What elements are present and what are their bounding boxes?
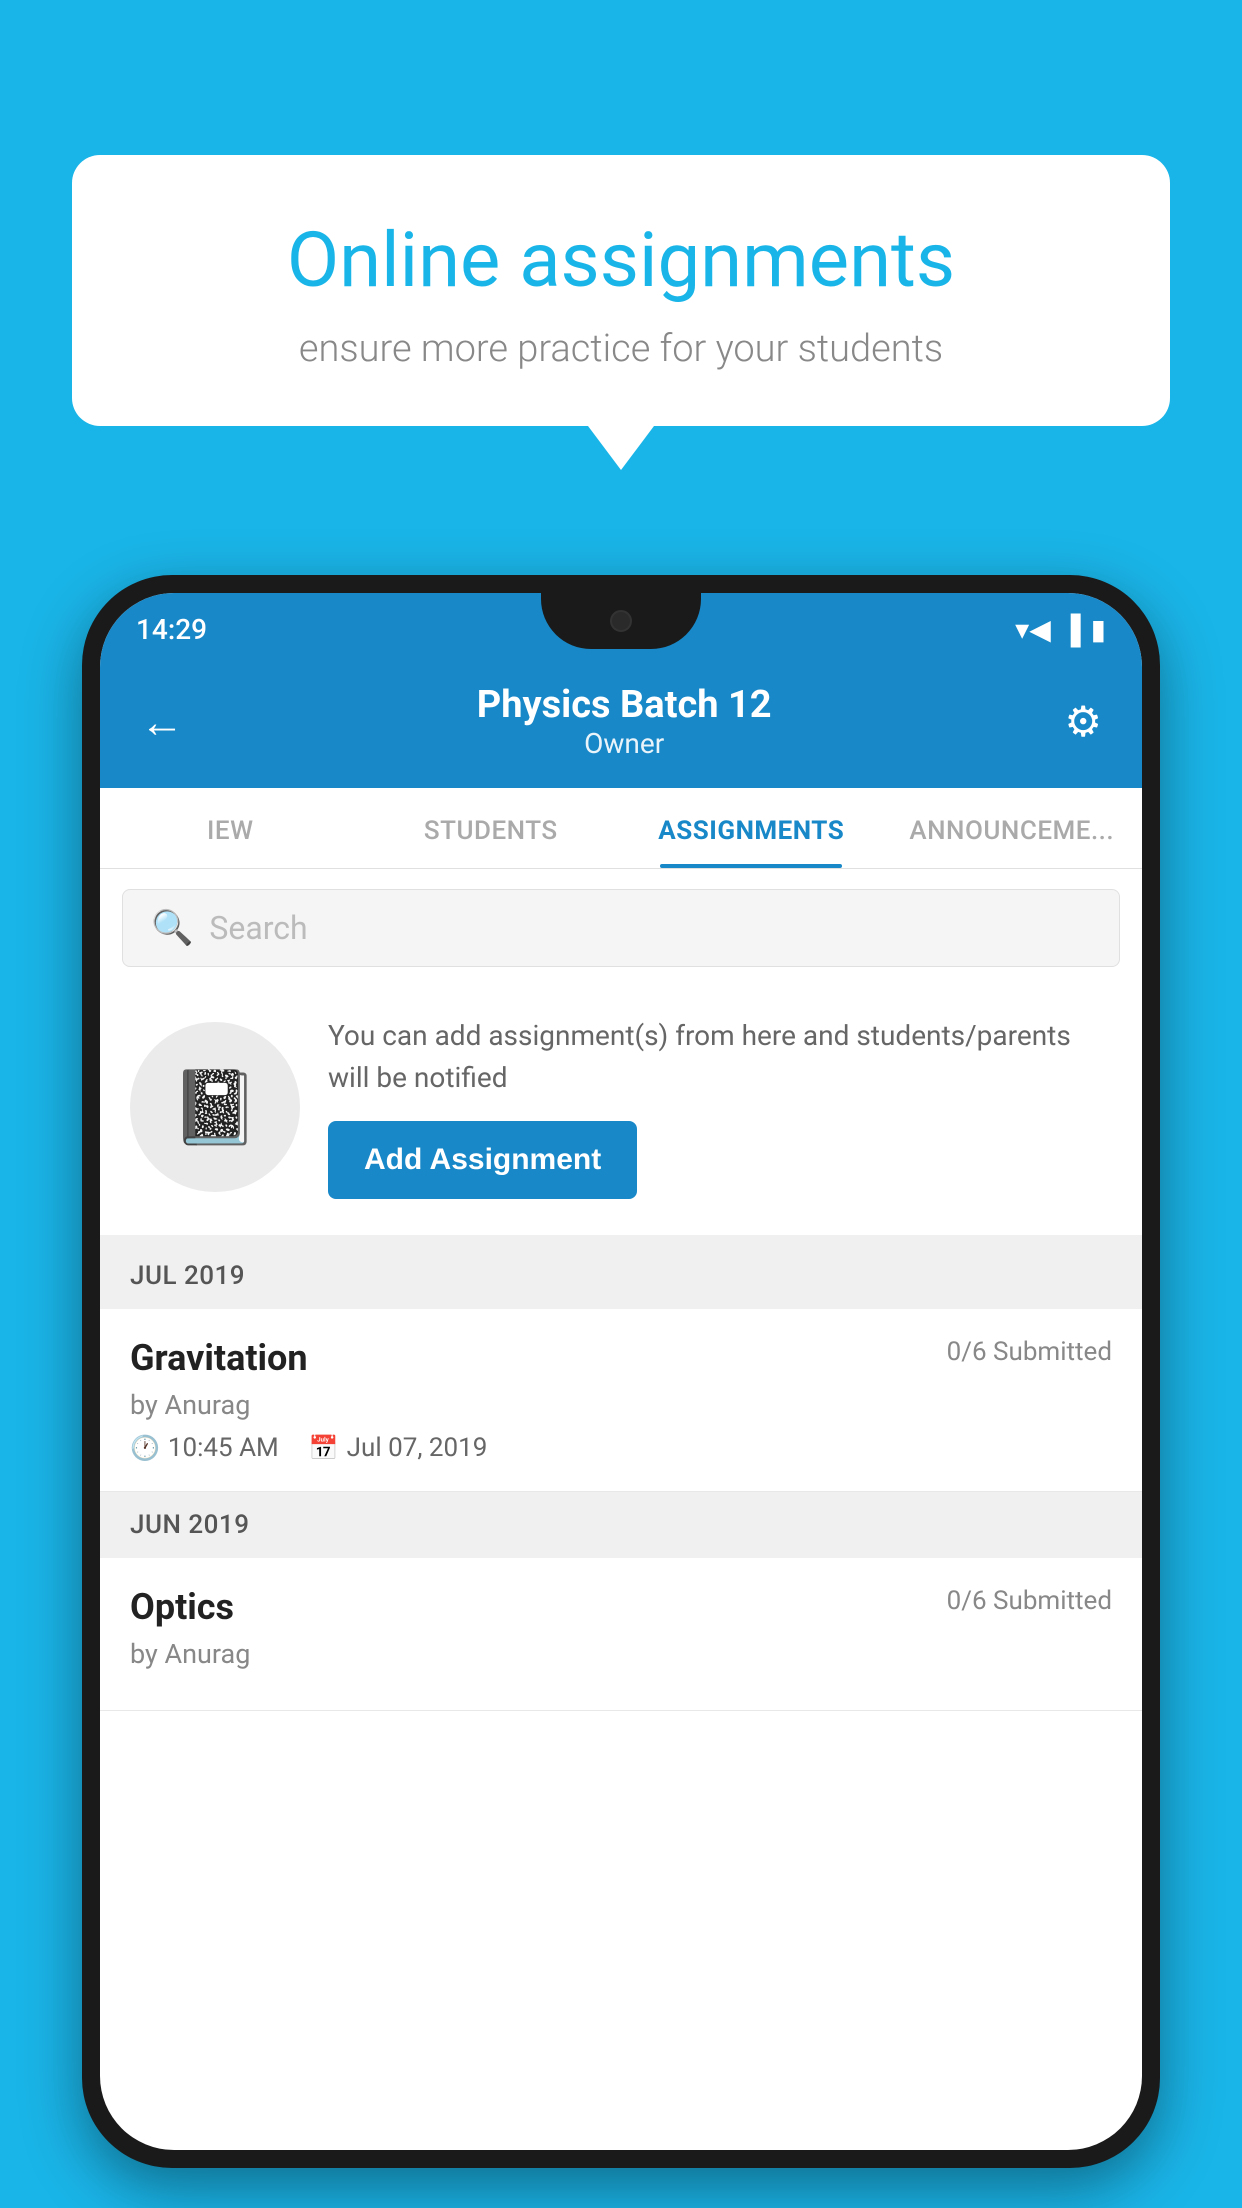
phone-inner: 14:29 ▾◀ ▐ ▮ ← Physics Batch 12 Owner ⚙ … [100, 593, 1142, 2150]
assignment-author-gravitation: by Anurag [130, 1389, 1112, 1421]
tab-iew[interactable]: IEW [100, 788, 361, 868]
date-value-gravitation: Jul 07, 2019 [347, 1433, 488, 1463]
promo-text: You can add assignment(s) from here and … [328, 1015, 1112, 1099]
status-time: 14:29 [136, 613, 207, 646]
assignment-row1: Gravitation 0/6 Submitted [130, 1337, 1112, 1379]
assignment-name-optics: Optics [130, 1586, 234, 1628]
header-title: Physics Batch 12 [477, 683, 772, 727]
tabs-container: IEW STUDENTS ASSIGNMENTS ANNOUNCEME... [100, 788, 1142, 869]
section-jul-2019: JUL 2019 [100, 1243, 1142, 1309]
assignment-meta-gravitation: 🕐 10:45 AM 📅 Jul 07, 2019 [130, 1433, 1112, 1463]
assignment-status-optics: 0/6 Submitted [947, 1586, 1112, 1616]
search-icon: 🔍 [151, 908, 193, 948]
section-jul-label: JUL 2019 [130, 1261, 245, 1291]
assignment-name-gravitation: Gravitation [130, 1337, 308, 1379]
search-container: 🔍 Search [100, 869, 1142, 987]
wifi-icon: ▾◀ [1015, 613, 1051, 646]
tab-announcements[interactable]: ANNOUNCEME... [882, 788, 1143, 868]
assignment-gravitation[interactable]: Gravitation 0/6 Submitted by Anurag 🕐 10… [100, 1309, 1142, 1492]
camera-dot [610, 610, 632, 632]
header-title-group: Physics Batch 12 Owner [477, 683, 772, 760]
speech-bubble-container: Online assignments ensure more practice … [72, 155, 1170, 426]
search-placeholder: Search [209, 909, 307, 947]
promo-content: You can add assignment(s) from here and … [328, 1015, 1112, 1199]
notebook-icon: 📓 [170, 1065, 260, 1150]
assignment-status-gravitation: 0/6 Submitted [947, 1337, 1112, 1367]
search-bar[interactable]: 🔍 Search [122, 889, 1120, 967]
battery-icon: ▮ [1091, 613, 1106, 646]
phone-frame: 14:29 ▾◀ ▐ ▮ ← Physics Batch 12 Owner ⚙ … [82, 575, 1160, 2168]
add-assignment-button[interactable]: Add Assignment [328, 1121, 637, 1199]
assignment-optics[interactable]: Optics 0/6 Submitted by Anurag [100, 1558, 1142, 1711]
speech-bubble: Online assignments ensure more practice … [72, 155, 1170, 426]
calendar-icon: 📅 [309, 1434, 339, 1462]
time-value-gravitation: 10:45 AM [168, 1433, 279, 1463]
back-button[interactable]: ← [140, 696, 184, 748]
section-jun-label: JUN 2019 [130, 1510, 249, 1540]
signal-icon: ▐ [1061, 613, 1081, 646]
meta-time-gravitation: 🕐 10:45 AM [130, 1433, 279, 1463]
meta-date-gravitation: 📅 Jul 07, 2019 [309, 1433, 488, 1463]
promo-icon-circle: 📓 [130, 1022, 300, 1192]
status-icons: ▾◀ ▐ ▮ [1015, 613, 1106, 646]
speech-bubble-subtitle: ensure more practice for your students [142, 327, 1100, 371]
speech-bubble-title: Online assignments [142, 215, 1100, 305]
promo-card: 📓 You can add assignment(s) from here an… [100, 987, 1142, 1243]
section-jun-2019: JUN 2019 [100, 1492, 1142, 1558]
app-header: ← Physics Batch 12 Owner ⚙ [100, 665, 1142, 788]
phone-notch [541, 593, 701, 649]
status-bar: 14:29 ▾◀ ▐ ▮ [100, 593, 1142, 665]
assignment-author-optics: by Anurag [130, 1638, 1112, 1670]
tab-students[interactable]: STUDENTS [361, 788, 622, 868]
tab-assignments[interactable]: ASSIGNMENTS [621, 788, 882, 868]
clock-icon: 🕐 [130, 1434, 160, 1462]
header-subtitle: Owner [477, 727, 772, 760]
settings-icon[interactable]: ⚙ [1064, 697, 1102, 747]
assignment-optics-row1: Optics 0/6 Submitted [130, 1586, 1112, 1628]
